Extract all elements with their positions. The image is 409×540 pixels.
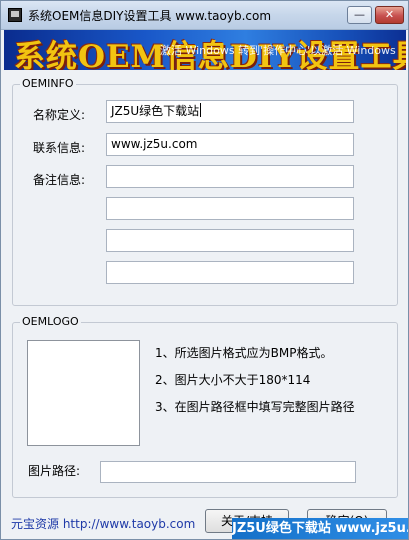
close-icon: ✕ (384, 8, 395, 21)
window-title: 系统OEM信息DIY设置工具 www.taoyb.com (28, 9, 272, 23)
app-window: 系统OEM信息DIY设置工具 www.taoyb.com — ✕ 系统OEM信息… (0, 0, 409, 540)
banner: 系统OEM信息DIY设置工具 激活 Windows 转到'操作中心'以激活 Wi… (4, 30, 406, 70)
notes-label: 备注信息: (33, 173, 86, 187)
image-path-label: 图片路径: (28, 464, 81, 478)
name-field-value: JZ5U绿色下载站 (111, 104, 200, 118)
logo-preview (27, 340, 140, 446)
minimize-icon: — (354, 8, 365, 21)
tip-path: 3、在图片路径框中填写完整图片路径 (155, 400, 355, 414)
oemlogo-group: OEMLOGO 1、所选图片格式应为BMP格式。 2、图片大小不大于180*11… (12, 315, 398, 498)
oemlogo-legend: OEMLOGO (20, 315, 81, 329)
text-caret (200, 103, 202, 117)
name-field[interactable]: JZ5U绿色下载站 (106, 100, 354, 123)
watermark-banner: JZ5U绿色下载站 www.jz5u.com (232, 518, 408, 539)
notes-field-3[interactable] (106, 229, 354, 252)
website-link[interactable]: 元宝资源 http://www.taoyb.com (11, 515, 195, 532)
close-button[interactable]: ✕ (375, 6, 404, 24)
activation-overlay: 激活 Windows 转到'操作中心'以激活 Windows (160, 44, 396, 57)
title-bar[interactable]: 系统OEM信息DIY设置工具 www.taoyb.com — ✕ (1, 1, 408, 30)
contact-label: 联系信息: (33, 141, 86, 155)
minimize-button[interactable]: — (347, 6, 372, 24)
tip-size: 2、图片大小不大于180*114 (155, 373, 311, 387)
name-label: 名称定义: (33, 108, 86, 122)
notes-field-2[interactable] (106, 197, 354, 220)
notes-field-4[interactable] (106, 261, 354, 284)
oeminfo-legend: OEMINFO (20, 77, 76, 91)
image-path-field[interactable] (100, 461, 356, 483)
tip-format: 1、所选图片格式应为BMP格式。 (155, 346, 333, 360)
contact-field[interactable]: www.jz5u.com (106, 133, 354, 156)
app-icon (8, 8, 22, 22)
notes-field-1[interactable] (106, 165, 354, 188)
